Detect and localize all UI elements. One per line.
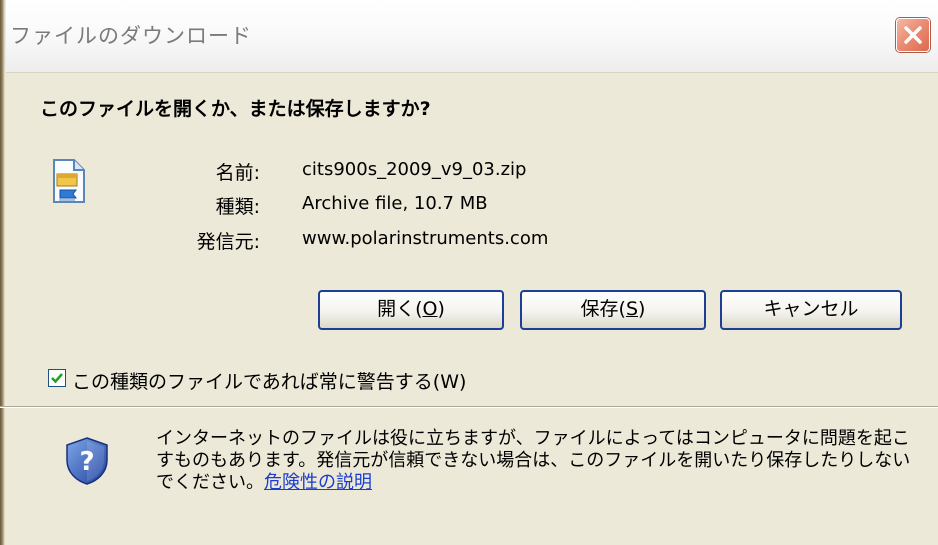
dialog-question: このファイルを開くか、または保存しますか? [40,98,431,120]
divider [0,406,938,408]
save-button-label-end: ) [638,298,646,320]
cancel-button[interactable]: キャンセル [720,290,902,330]
svg-text:?: ? [79,447,94,477]
risk-explanation-link[interactable]: 危険性の説明 [264,472,372,493]
file-name-value: cits900s_2009_v9_03.zip [302,159,527,180]
close-icon [904,26,922,44]
type-label: 種類: [215,196,260,218]
name-label: 名前: [215,162,260,184]
title-bar[interactable]: ファイルのダウンロード [0,0,938,73]
file-download-dialog: ファイルのダウンロード このファイルを開くか、または保存しますか? 名前: ci… [0,0,938,545]
file-type-value: Archive file, 10.7 MB [302,193,488,214]
save-button[interactable]: 保存(S) [520,290,706,330]
security-warning: インターネットのファイルは役に立ちますが、ファイルによってはコンピュータに問題を… [156,428,916,494]
always-warn-label[interactable]: この種類のファイルであれば常に警告する(W) [72,367,466,394]
open-button-accesskey: O [422,298,438,320]
source-label: 発信元: [196,231,260,253]
open-button[interactable]: 開く(O) [318,290,504,330]
close-button[interactable] [896,18,930,52]
save-button-label: 保存( [580,298,626,320]
open-button-label: 開く( [377,298,423,320]
dialog-content: このファイルを開くか、または保存しますか? 名前: cits900s_2009_… [0,72,938,394]
shield-question-icon: ? [66,437,108,485]
file-source-value: www.polarinstruments.com [302,228,549,249]
always-warn-checkbox[interactable] [48,369,66,387]
save-button-accesskey: S [625,298,639,320]
window-title: ファイルのダウンロード [10,24,252,48]
checkmark-icon [51,373,63,384]
open-button-label-end: ) [437,298,445,320]
